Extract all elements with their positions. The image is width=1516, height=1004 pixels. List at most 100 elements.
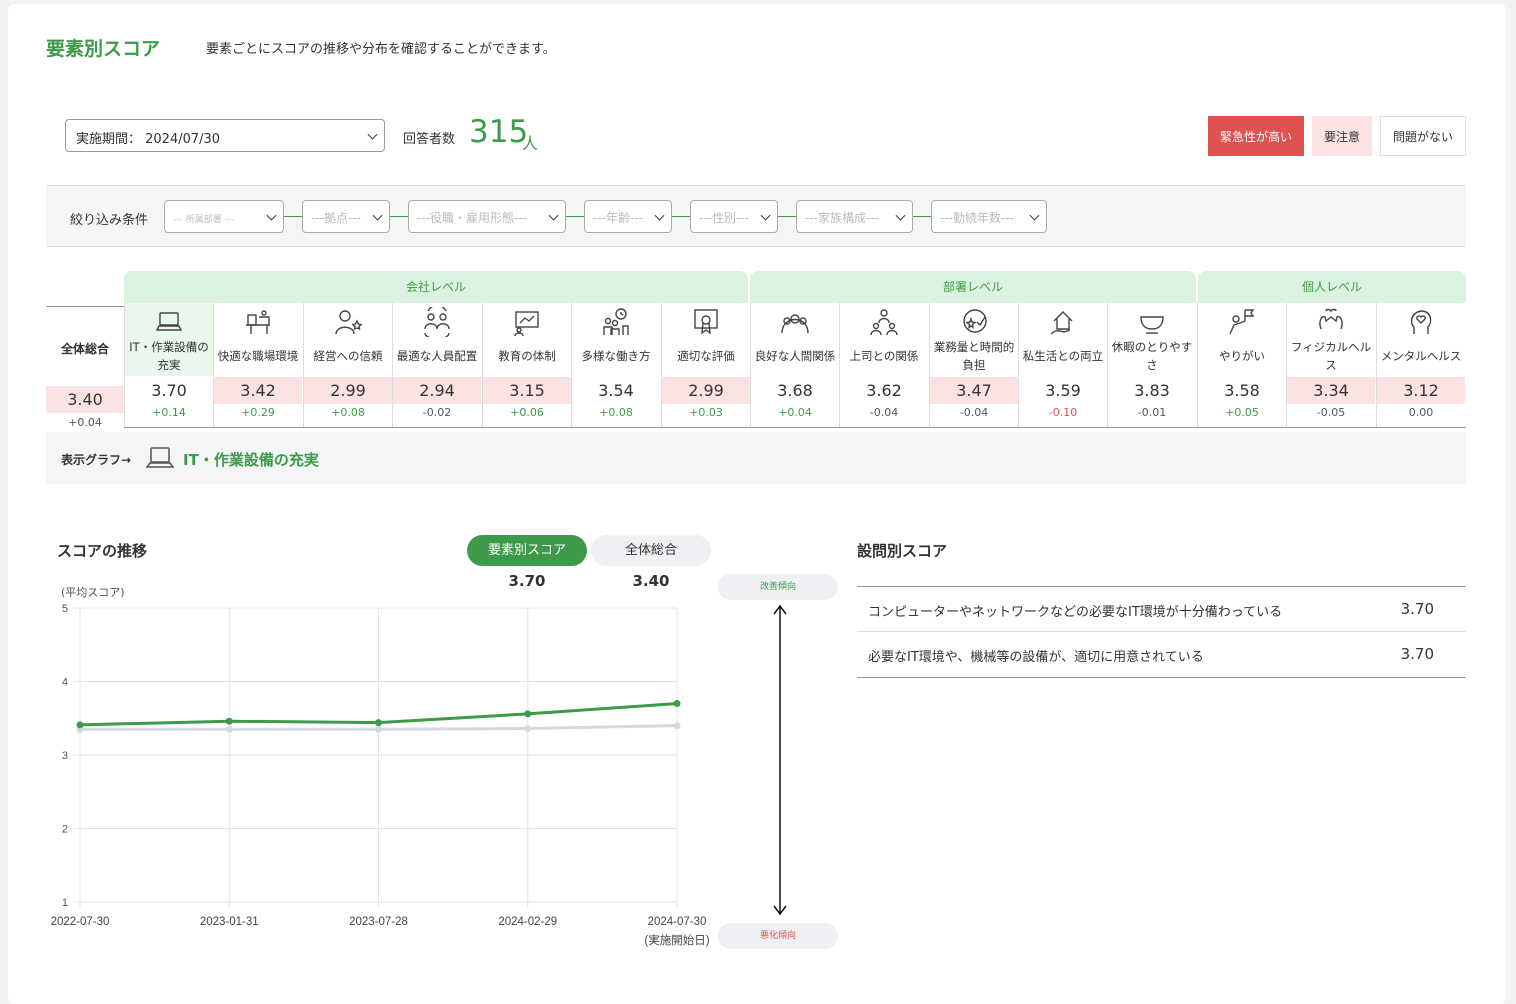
series-point <box>375 719 382 727</box>
filter-gender-select[interactable]: ---性別--- <box>690 200 778 233</box>
graph-selected-element: IT・作業設備の充実 <box>183 451 319 469</box>
question-score: 3.70 <box>1400 645 1434 663</box>
y-tick-label: 3 <box>62 750 68 762</box>
filter-age-select[interactable]: ---年齢--- <box>584 200 672 233</box>
improve-trend-pill: 改善傾向 <box>718 574 838 600</box>
element-column[interactable]: 快適な職場環境 3.42 +0.29 <box>213 303 302 427</box>
series-point <box>673 722 681 730</box>
period-select[interactable]: 実施期間： 2024/07/30 <box>65 119 385 152</box>
element-delta: -0.01 <box>1137 406 1167 419</box>
element-score: 3.42 <box>214 377 302 404</box>
question-text: コンピューターやネットワークなどの必要なIT環境が十分備わっている <box>868 605 1283 620</box>
element-column[interactable]: メンタルヘルス 3.12 0.00 <box>1376 303 1465 427</box>
question-score: 3.70 <box>1400 600 1434 618</box>
element-header: 私生活との両立 <box>1019 303 1107 376</box>
element-name: 業務量と時間的負担 <box>933 340 1015 372</box>
head-heart-icon <box>1410 310 1432 334</box>
element-name: 休暇のとりやすさ <box>1111 340 1193 372</box>
element-header: 休暇のとりやすさ <box>1108 303 1196 376</box>
element-name: 快適な職場環境 <box>217 349 299 363</box>
trend-title: スコアの推移 <box>57 542 148 560</box>
element-delta: +0.29 <box>241 406 275 419</box>
element-header: 業務量と時間的負担 <box>930 303 1018 376</box>
chevron-down-icon <box>654 210 665 221</box>
element-score: 3.70 <box>151 381 187 400</box>
group-department: 部署レベル <box>750 271 1196 303</box>
series-point <box>375 725 382 733</box>
element-name: やりがい <box>1219 349 1265 363</box>
element-column[interactable]: IT・作業設備の充実 3.70 +0.14 <box>124 303 213 427</box>
question-table: コンピューターやネットワークなどの必要なIT環境が十分備わっている 3.70 必… <box>857 586 1466 678</box>
element-column[interactable]: フィジカルヘルス 3.34 -0.05 <box>1286 303 1375 427</box>
y-tick-label: 4 <box>62 677 68 689</box>
element-header: 教育の体制 <box>483 303 571 376</box>
element-column[interactable]: 良好な人間関係 3.68 +0.04 <box>750 303 839 427</box>
element-name: 多様な働き方 <box>581 349 651 363</box>
filter-connector <box>672 216 690 217</box>
element-header: フィジカルヘルス <box>1287 303 1375 376</box>
element-column[interactable]: 教育の体制 3.15 +0.06 <box>482 303 571 427</box>
element-column[interactable]: 経営への信頼 2.99 +0.08 <box>303 303 392 427</box>
element-column[interactable]: 休暇のとりやすさ 3.83 -0.01 <box>1107 303 1196 427</box>
element-column[interactable]: やりがい 3.58 +0.05 <box>1197 303 1286 427</box>
element-column[interactable]: 業務量と時間的負担 3.47 -0.04 <box>929 303 1018 427</box>
element-delta: -0.02 <box>422 406 452 419</box>
filter-connector <box>284 216 302 217</box>
element-column[interactable]: 私生活との両立 3.59 -0.10 <box>1018 303 1107 427</box>
element-column[interactable]: 適切な評価 2.99 +0.03 <box>661 303 750 427</box>
question-row: コンピューターやネットワークなどの必要なIT環境が十分備わっている 3.70 <box>857 587 1466 632</box>
legend-urgent: 緊急性が高い <box>1208 116 1304 156</box>
element-score: 2.99 <box>662 377 750 404</box>
question-text: 必要なIT環境や、機械等の設備が、適切に用意されている <box>868 650 1204 665</box>
element-table: IT・作業設備の充実 3.70 +0.14 快適な職場環境 3.42 +0.29 経営への信… <box>124 303 1466 428</box>
element-column[interactable]: 多様な働き方 3.54 +0.08 <box>571 303 660 427</box>
whiteboard-icon <box>514 311 539 337</box>
element-name: IT・作業設備の充実 <box>129 340 209 372</box>
question-row: 必要なIT環境や、機械等の設備が、適切に用意されている 3.70 <box>857 632 1466 677</box>
filter-department-select[interactable]: --- 所属部署 --- <box>164 200 284 233</box>
chevron-down-icon <box>372 210 383 221</box>
worsen-trend-pill: 悪化傾向 <box>718 923 838 949</box>
element-name: 経営への信頼 <box>313 349 383 363</box>
element-column[interactable]: 最適な人員配置 2.94 -0.02 <box>392 303 481 427</box>
group-icon <box>781 314 809 334</box>
element-column[interactable]: 上司との関係 3.62 -0.04 <box>839 303 928 427</box>
element-name: 上司との関係 <box>849 349 919 363</box>
chevron-down-icon <box>1029 210 1040 221</box>
filter-tenure-select[interactable]: ---勤続年数--- <box>931 200 1047 233</box>
tab-overall-score[interactable]: 全体総合 <box>591 535 711 566</box>
filter-location-select[interactable]: ---拠点--- <box>302 200 390 233</box>
element-name: フィジカルヘルス <box>1290 340 1372 372</box>
person-star-icon <box>335 310 363 335</box>
element-score: 3.68 <box>777 381 813 400</box>
home-hand-icon <box>1050 311 1073 335</box>
overall-score-value: 3.40 <box>632 572 670 590</box>
filter-family-select[interactable]: ---家族構成--- <box>796 200 913 233</box>
element-header: やりがい <box>1198 303 1286 376</box>
element-score: 2.94 <box>393 377 481 404</box>
overall-column[interactable]: 全体総合 3.40 +0.04 <box>46 306 124 432</box>
cup-icon <box>1140 316 1164 334</box>
overall-name: 全体総合 <box>60 342 109 356</box>
filter-connector <box>778 216 796 217</box>
clock-star-icon <box>963 309 987 333</box>
chevron-down-icon <box>548 210 559 221</box>
overall-delta: +0.04 <box>68 416 102 429</box>
filter-position-select[interactable]: ---役職・雇用形態--- <box>408 200 566 233</box>
element-delta: +0.05 <box>1225 406 1259 419</box>
overall-score: 3.40 <box>46 386 124 413</box>
tab-element-score[interactable]: 要素別スコア <box>467 535 587 566</box>
element-header: IT・作業設備の充実 <box>125 303 213 376</box>
people-rotate-icon <box>424 307 450 337</box>
element-score: 3.59 <box>1045 381 1081 400</box>
element-delta: 0.00 <box>1408 406 1434 419</box>
x-tick-label: 2023-01-31 <box>200 916 259 928</box>
element-header: 最適な人員配置 <box>393 303 481 376</box>
element-score: 3.47 <box>930 377 1018 404</box>
respondents-label: 回答者数 <box>403 132 456 147</box>
element-delta: -0.10 <box>1048 406 1078 419</box>
graph-label: 表示グラフ→ <box>61 453 132 467</box>
element-header: メンタルヘルス <box>1377 303 1465 376</box>
element-score: 2.99 <box>304 377 392 404</box>
chevron-down-icon <box>895 210 906 221</box>
